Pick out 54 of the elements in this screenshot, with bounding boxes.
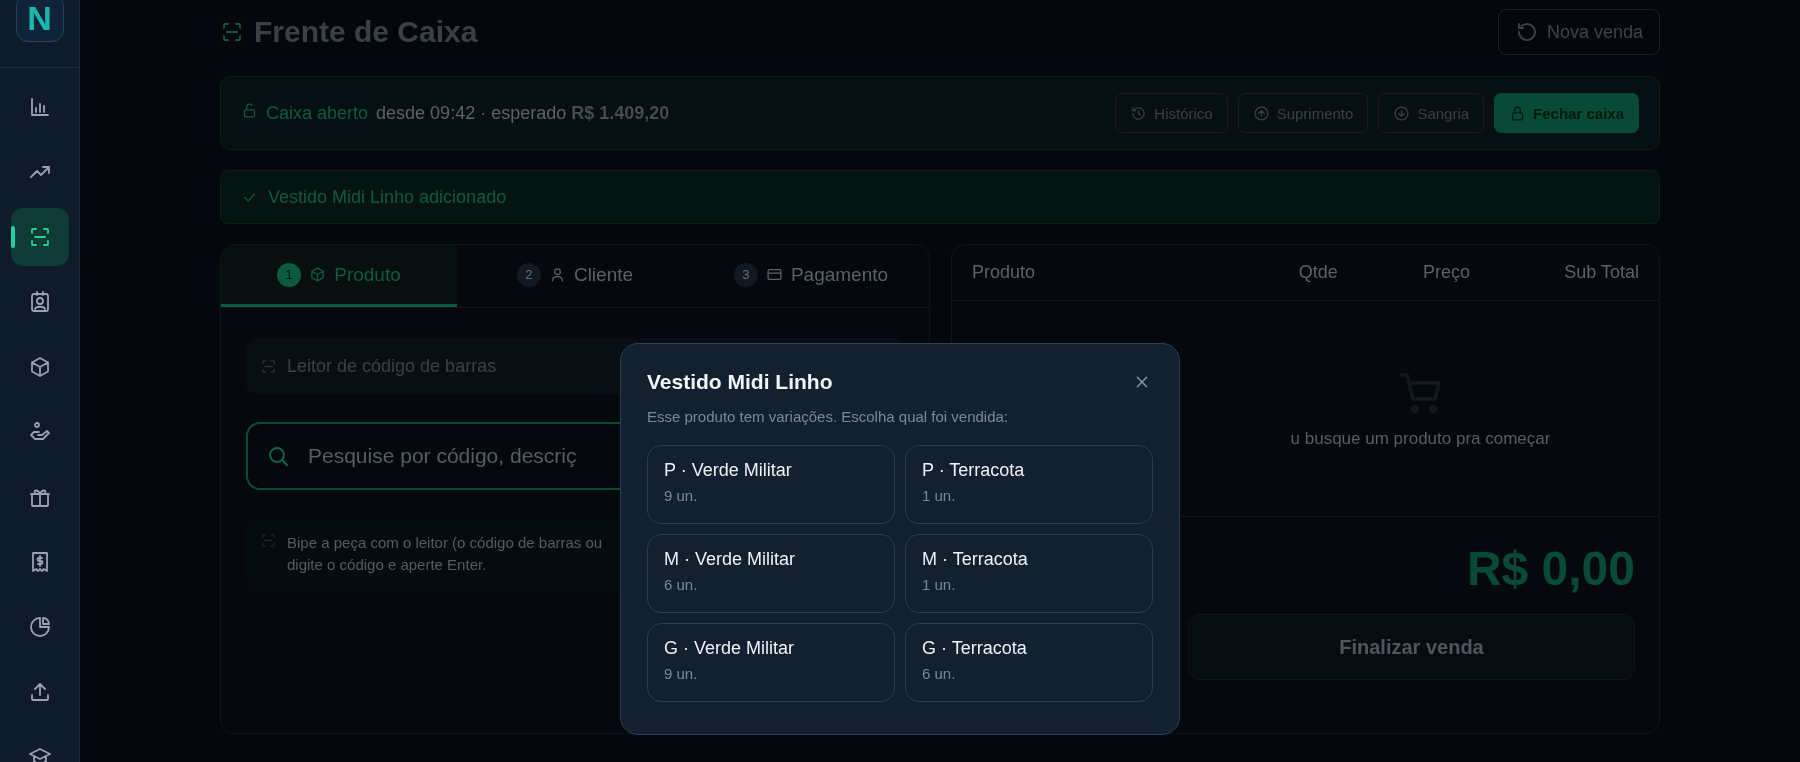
variant-stock: 1 un. xyxy=(922,487,957,504)
search-icon xyxy=(266,444,290,468)
scan-icon xyxy=(260,532,277,549)
variant-option[interactable]: G · Terracota 6 un. xyxy=(905,623,1153,702)
variant-name: G · Verde Militar xyxy=(664,638,796,659)
step-number: 1 xyxy=(277,262,302,287)
arrow-up-circle-icon xyxy=(1252,104,1270,122)
finish-sale-button[interactable]: Finalizar venda xyxy=(1188,614,1635,680)
dialog-subtitle: Esse produto tem variações. Escolha qual foi vendida: xyxy=(647,408,1010,425)
app-logo: N xyxy=(15,0,64,42)
card-icon xyxy=(765,266,783,283)
arrow-down-circle-icon xyxy=(1393,104,1411,122)
cash-status: Caixa aberto xyxy=(266,102,369,124)
step-tab[interactable]: 3 Pagamento xyxy=(693,245,929,307)
variant-name: G · Terracota xyxy=(922,638,1028,659)
total-amount: R$ 0,00 xyxy=(1466,541,1635,596)
variant-stock: 6 un. xyxy=(664,576,699,593)
pie-chart-icon xyxy=(27,615,52,639)
new-sale-button[interactable]: Nova venda xyxy=(1497,9,1660,55)
step-number: 3 xyxy=(733,262,758,287)
hint-text: Bipe a peça com o leitor (o código de barras ou digite o código e aperte Enter. xyxy=(287,533,604,575)
variant-option[interactable]: M · Terracota 1 un. xyxy=(905,534,1153,613)
variant-option[interactable]: M · Verde Militar 6 un. xyxy=(647,534,895,613)
column-header: Preço xyxy=(1422,262,1472,283)
variant-stock: 1 un. xyxy=(922,576,957,593)
box-icon xyxy=(309,266,327,283)
variant-stock: 6 un. xyxy=(922,665,957,682)
variant-stock: 9 un. xyxy=(664,665,699,682)
sidebar-item[interactable] xyxy=(10,208,69,266)
variant-option[interactable]: P · Terracota 1 un. xyxy=(905,445,1153,524)
step-tab[interactable]: 1 Produto xyxy=(221,245,457,307)
dialog-title: Vestido Midi Linho xyxy=(647,370,833,394)
variant-option[interactable]: G · Verde Militar 9 un. xyxy=(647,623,895,702)
step-tab[interactable]: 2 Cliente xyxy=(457,245,693,307)
variant-option[interactable]: P · Verde Militar 9 un. xyxy=(647,445,895,524)
variant-name: M · Verde Militar xyxy=(664,549,797,570)
cash-detail: desde 09:42 · esperado R$ 1.409,20 xyxy=(376,102,670,124)
page-title: Frente de Caixa xyxy=(254,15,478,49)
history-icon xyxy=(1130,104,1148,122)
empty-cart-message: u busque um produto pra começar xyxy=(1290,428,1551,449)
column-header: Qtde xyxy=(1297,262,1339,283)
unlock-icon xyxy=(241,102,258,119)
scan-icon xyxy=(220,20,244,44)
close-icon xyxy=(1134,374,1150,390)
variant-name: P · Terracota xyxy=(922,460,1026,481)
scan-icon xyxy=(260,357,277,375)
column-header: Produto xyxy=(972,262,1037,283)
variant-name: M · Terracota xyxy=(922,549,1029,570)
alert-message: Vestido Midi Linho adicionado xyxy=(268,186,507,208)
variant-stock: 9 un. xyxy=(664,487,699,504)
graduation-cap-icon xyxy=(27,745,52,762)
step-number: 2 xyxy=(516,262,541,287)
variant-name: P · Verde Militar xyxy=(664,460,793,481)
column-header: Sub Total xyxy=(1563,262,1639,283)
